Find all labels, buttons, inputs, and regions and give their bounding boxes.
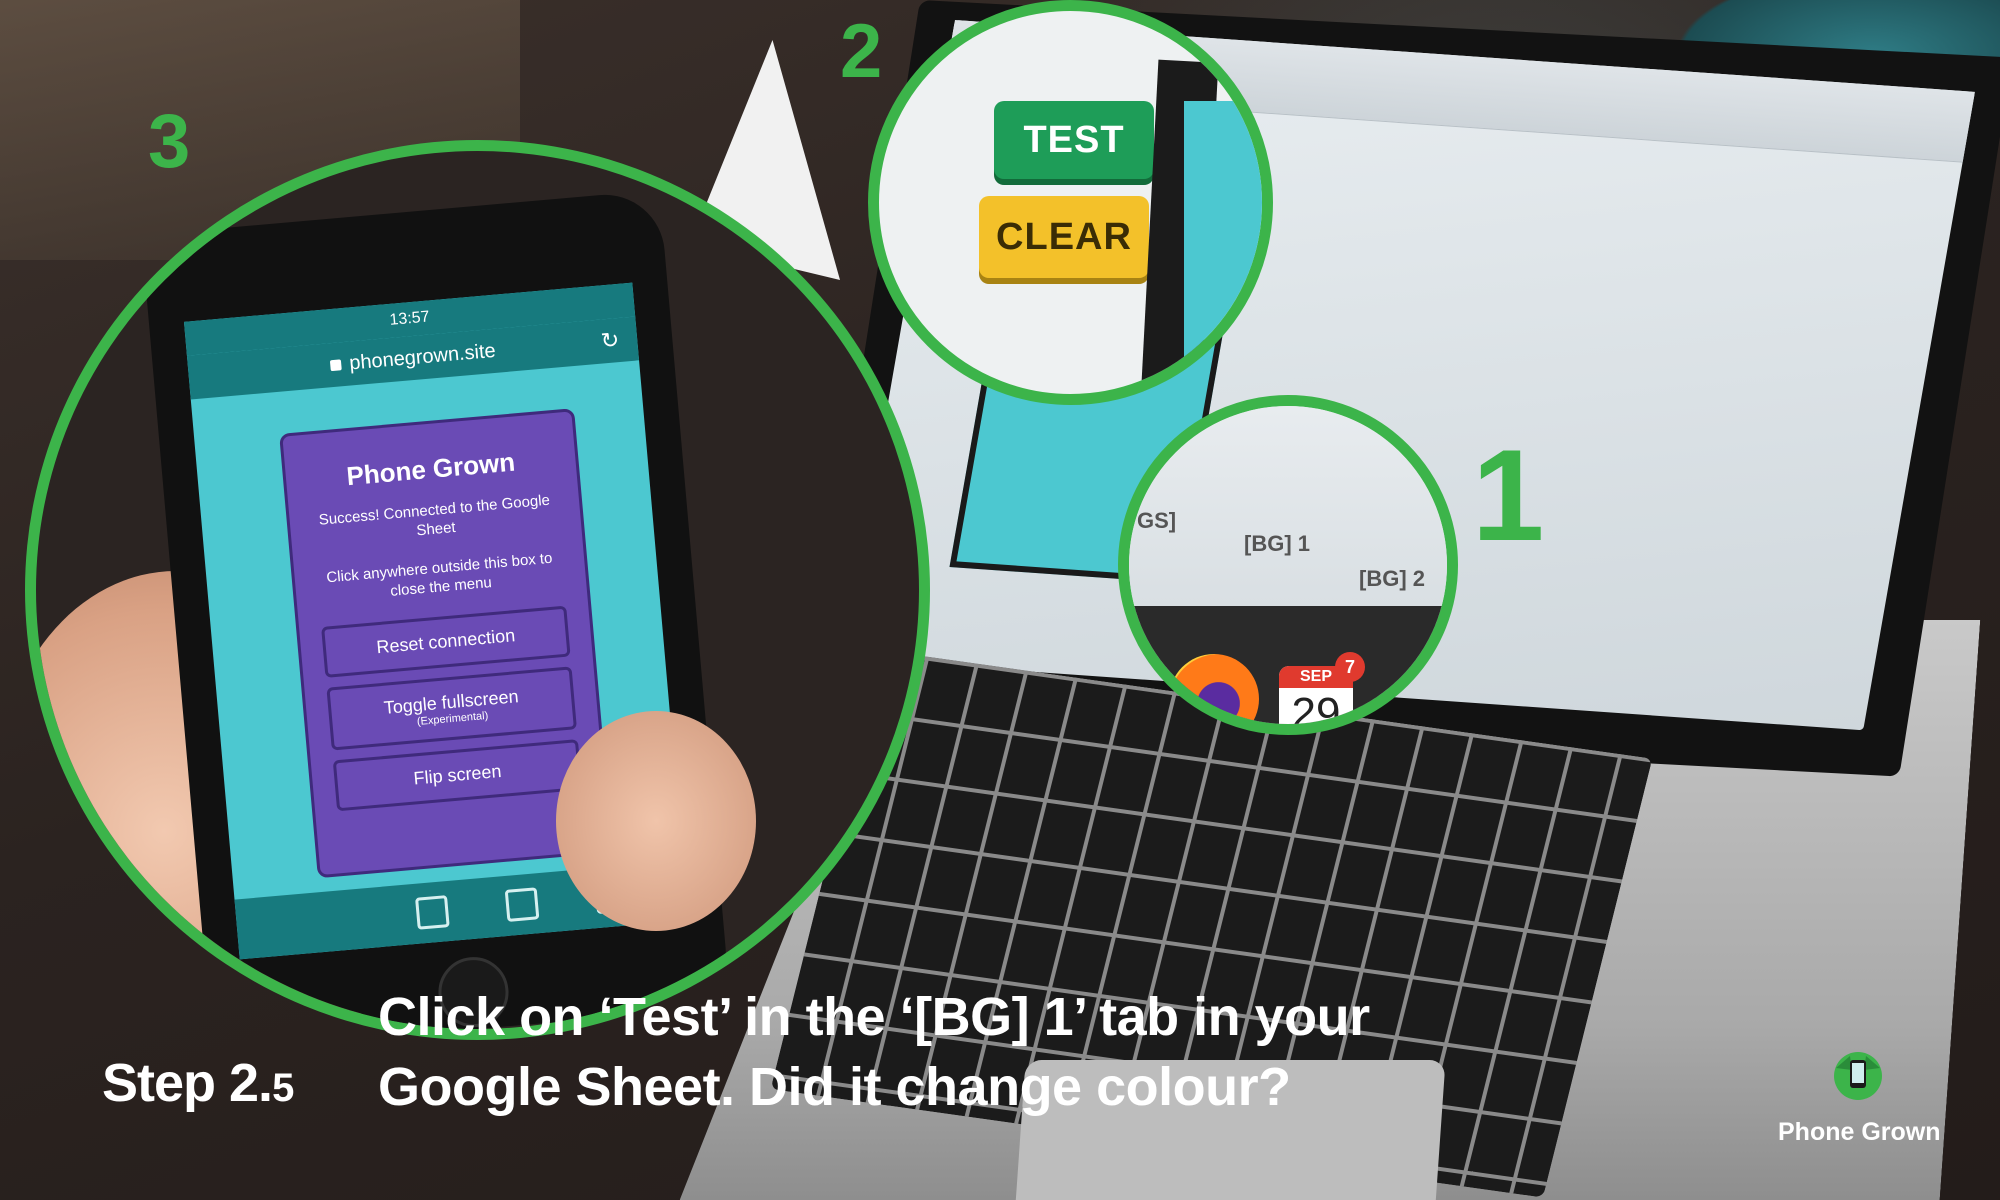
share-icon[interactable] (415, 895, 450, 930)
flip-screen-label: Flip screen (412, 760, 503, 789)
reload-icon[interactable]: ↻ (599, 318, 621, 363)
callout-number-1: 1 (1472, 422, 1545, 568)
step-label: Step 2.5 (102, 1052, 294, 1114)
brand-name: Phone Grown (1778, 1118, 1941, 1146)
menu-title: Phone Grown (345, 446, 517, 492)
phone-grown-logo-icon (1834, 1052, 1882, 1100)
callout-number-2: 2 (840, 9, 883, 94)
sheet-tab-bg1[interactable]: [BG] 1 (1244, 531, 1310, 557)
instruction-line-1: Click on ‘Test’ in the ‘[BG] 1’ tab in y… (378, 987, 1370, 1047)
phone-url: phonegrown.site (348, 339, 497, 375)
firefox-icon[interactable] (1169, 654, 1259, 724)
sheet-tab-gs[interactable]: GS] (1137, 508, 1176, 534)
test-button[interactable]: TEST (994, 101, 1154, 179)
lock-icon (329, 359, 342, 372)
mac-dock: SEP 29 7 (1129, 606, 1447, 724)
reset-connection-button[interactable]: Reset connection (321, 605, 571, 678)
sheet-tab-bg2[interactable]: [BG] 2 (1359, 566, 1425, 592)
toggle-fullscreen-button[interactable]: Toggle fullscreen (Experimental) (326, 666, 577, 751)
connection-status: Success! Connected to the Google Sheet (318, 491, 551, 540)
phone-time: 13:57 (388, 308, 431, 329)
instruction-text: Click on ‘Test’ in the ‘[BG] 1’ tab in y… (378, 982, 1558, 1122)
bookmarks-icon[interactable] (504, 887, 540, 922)
sheet-cyan-cell (1184, 101, 1262, 394)
flip-screen-button[interactable]: Flip screen (332, 739, 583, 812)
instruction-line-2: Google Sheet. Did it change colour? (378, 1057, 1291, 1117)
step-main: Step 2. (102, 1053, 273, 1113)
menu-hint: Click anywhere outside this box to close… (325, 549, 554, 600)
step-sub: 5 (272, 1066, 294, 1110)
callout-circle-2: TEST CLEAR (868, 0, 1273, 405)
clear-button[interactable]: CLEAR (979, 196, 1149, 278)
callout-circle-3: 13:57 phonegrown.site ↻ Phone Grown Succ… (25, 140, 930, 1040)
sheet-tab-bar: GS] [BG] 1 [BG] 2 (1129, 406, 1447, 606)
reset-connection-label: Reset connection (375, 625, 516, 658)
calendar-badge: 7 (1335, 652, 1365, 682)
callout-number-3: 3 (148, 99, 191, 184)
thumb (556, 711, 756, 931)
callout-circle-1: GS] [BG] 1 [BG] 2 SEP 29 7 (1118, 395, 1458, 735)
